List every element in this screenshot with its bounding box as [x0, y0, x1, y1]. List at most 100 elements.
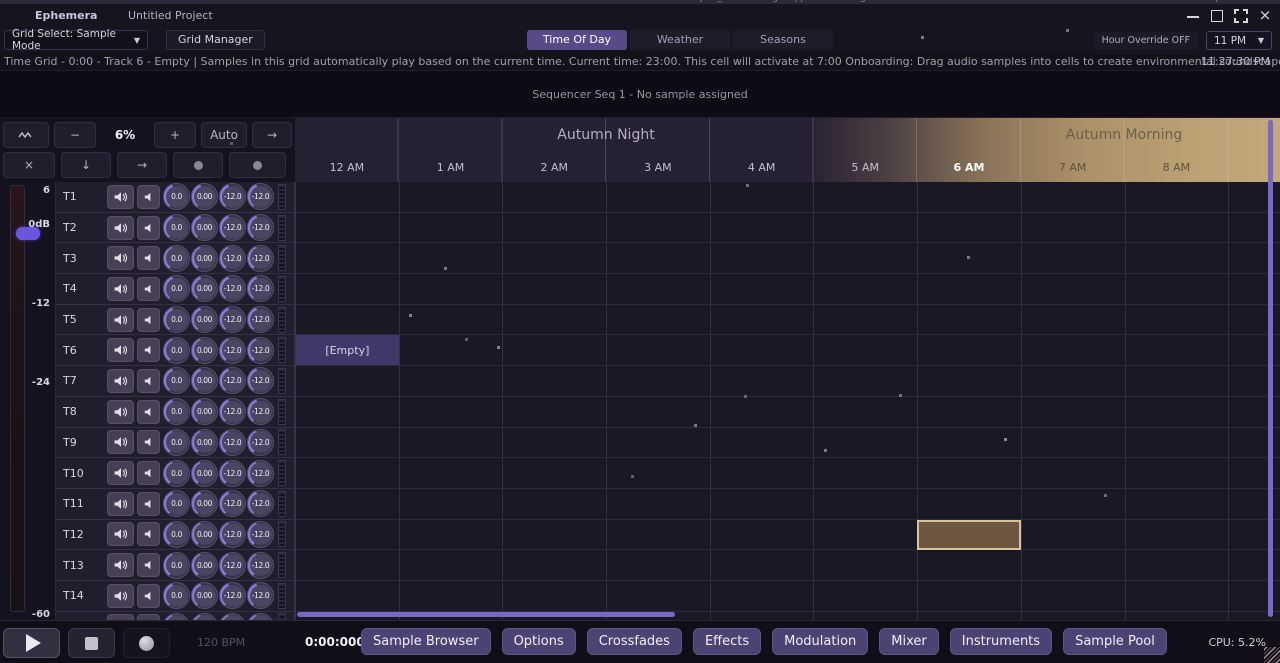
mute-button[interactable] [137, 246, 160, 270]
knob-3[interactable]: -12.0 [219, 552, 246, 579]
grid-select-dropdown[interactable]: Grid Select: Sample Mode ▼ [4, 30, 148, 50]
knob-4[interactable]: -12.0 [247, 460, 274, 487]
grid-cell[interactable] [710, 581, 814, 612]
grid-cell[interactable] [606, 335, 710, 366]
panel-button-modulation[interactable]: Modulation [772, 628, 868, 655]
knob-4[interactable]: -12.0 [247, 398, 274, 425]
grid-cell[interactable] [813, 243, 917, 274]
grid-cell[interactable] [710, 520, 814, 551]
play-button[interactable] [3, 628, 60, 658]
grid-cell[interactable] [1125, 428, 1229, 459]
grid-cell[interactable] [1021, 366, 1125, 397]
grid-cell[interactable] [606, 458, 710, 489]
speaker-button[interactable] [107, 338, 134, 362]
grid-cell[interactable] [917, 397, 1021, 428]
speaker-button[interactable] [107, 492, 134, 516]
grid-cell[interactable] [295, 213, 399, 244]
zoom-out-button[interactable]: − [54, 122, 96, 148]
close-tool-button[interactable]: × [3, 152, 55, 178]
grid-cell[interactable] [502, 550, 606, 581]
grid-cell[interactable] [399, 243, 503, 274]
knob-1[interactable]: 0.0 [163, 275, 190, 302]
grid-cell[interactable] [502, 274, 606, 305]
knob-4[interactable]: -12.0 [247, 337, 274, 364]
empty-sample-cell[interactable]: [Empty] [295, 335, 399, 366]
grid-cell[interactable] [813, 213, 917, 244]
resize-grip-icon[interactable] [1264, 647, 1280, 663]
grid-cell[interactable] [606, 274, 710, 305]
grid-cell[interactable] [710, 428, 814, 459]
grid-cell[interactable] [295, 182, 399, 213]
grid-cell[interactable] [502, 397, 606, 428]
grid-cell[interactable] [1125, 612, 1229, 620]
knob-2[interactable]: 0.00 [191, 306, 218, 333]
maximize-icon[interactable] [1210, 9, 1224, 23]
grid-cell[interactable] [1125, 489, 1229, 520]
knob-4[interactable]: -12.0 [247, 183, 274, 210]
knob-1[interactable]: 0.0 [163, 398, 190, 425]
grid-cell[interactable] [399, 428, 503, 459]
knob-4[interactable]: -12.0 [247, 552, 274, 579]
grid-cell[interactable] [606, 243, 710, 274]
speaker-button[interactable] [107, 400, 134, 424]
grid-cell[interactable] [1125, 366, 1229, 397]
mute-button[interactable] [137, 277, 160, 301]
arrow-right-tool-button[interactable]: → [117, 152, 167, 178]
grid-cell[interactable] [502, 366, 606, 397]
knob-3[interactable]: -12.0 [219, 490, 246, 517]
grid-cell[interactable] [1125, 213, 1229, 244]
mute-button[interactable] [137, 522, 160, 546]
grid-cell[interactable] [710, 458, 814, 489]
knob-3[interactable]: -12.0 [219, 460, 246, 487]
grid-cell[interactable] [917, 612, 1021, 620]
knob-3[interactable]: -12.0 [219, 337, 246, 364]
fullscreen-icon[interactable] [1234, 9, 1248, 23]
mute-button[interactable] [137, 400, 160, 424]
knob-3[interactable]: -12.0 [219, 306, 246, 333]
grid-cell[interactable] [1021, 335, 1125, 366]
grid-cell[interactable] [399, 305, 503, 336]
panel-button-sample-pool[interactable]: Sample Pool [1063, 628, 1167, 655]
grid-cell[interactable] [295, 428, 399, 459]
grid-cell[interactable] [813, 397, 917, 428]
grid-cell[interactable] [710, 305, 814, 336]
grid-cell[interactable] [295, 274, 399, 305]
grid-cell[interactable] [502, 213, 606, 244]
grid-cell[interactable] [1125, 182, 1229, 213]
knob-2[interactable]: 0.00 [191, 337, 218, 364]
grid-cell[interactable] [502, 458, 606, 489]
grid-cell[interactable] [399, 182, 503, 213]
hour-override-button[interactable]: Hour Override OFF [1094, 32, 1198, 49]
grid-cell[interactable] [917, 335, 1021, 366]
knob-2[interactable]: 0.00 [191, 490, 218, 517]
vertical-scrollbar[interactable] [1268, 120, 1273, 617]
grid-cell[interactable] [813, 612, 917, 620]
grid-cell[interactable] [1125, 305, 1229, 336]
grid-cell[interactable] [710, 489, 814, 520]
arrow-down-button[interactable]: ↓ [61, 152, 111, 178]
grid-cell[interactable] [1021, 243, 1125, 274]
grid-cell[interactable] [710, 612, 814, 620]
grid-cell[interactable] [710, 274, 814, 305]
grid-cell[interactable] [710, 213, 814, 244]
knob-3[interactable]: -12.0 [219, 245, 246, 272]
mute-button[interactable] [137, 216, 160, 240]
panel-button-options[interactable]: Options [502, 628, 576, 655]
grid-cell[interactable] [813, 274, 917, 305]
grid-cell[interactable] [917, 366, 1021, 397]
close-icon[interactable]: × [1258, 9, 1272, 23]
knob-3[interactable]: -12.0 [219, 214, 246, 241]
knob-2[interactable]: 0.00 [191, 245, 218, 272]
grid-cell[interactable] [606, 550, 710, 581]
grid-cell[interactable] [1125, 397, 1229, 428]
speaker-button[interactable] [107, 461, 134, 485]
knob-2[interactable]: 0.00 [191, 398, 218, 425]
speaker-button[interactable] [107, 553, 134, 577]
knob-1[interactable]: 0.0 [163, 337, 190, 364]
grid-cell[interactable] [1021, 213, 1125, 244]
grid-cell[interactable] [917, 274, 1021, 305]
grid-cell[interactable] [917, 182, 1021, 213]
knob-3[interactable]: -12.0 [219, 582, 246, 609]
knob-4[interactable]: -12.0 [247, 245, 274, 272]
knob-4[interactable]: -12.0 [247, 521, 274, 548]
